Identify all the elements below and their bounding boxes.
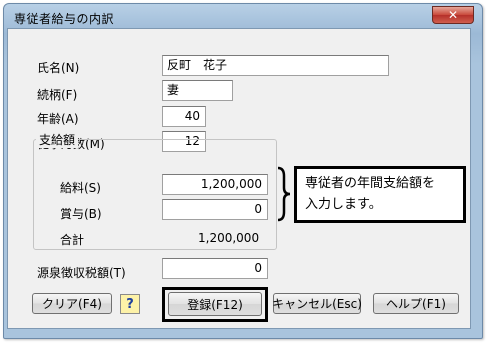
pay-group-legend: 支給額	[36, 131, 79, 148]
help-button[interactable]: ヘルプ(F1)	[373, 293, 459, 314]
withholding-field[interactable]: 0	[162, 258, 268, 279]
withholding-label: 源泉徴収税額(T)	[37, 266, 126, 280]
name-field[interactable]: 反町 花子	[162, 55, 389, 76]
name-label: 氏名(N)	[37, 61, 80, 75]
clear-button[interactable]: クリア(F4)	[32, 293, 112, 314]
brace-icon	[277, 166, 291, 222]
cancel-button[interactable]: キャンセル(Esc)	[272, 293, 362, 314]
total-value: 1,200,000	[198, 231, 260, 245]
age-label: 年齢(A)	[37, 112, 79, 126]
close-icon: ✕	[447, 8, 459, 22]
relation-field[interactable]: 妻	[162, 80, 233, 101]
age-field[interactable]: 40	[162, 106, 206, 127]
register-highlight-box	[162, 287, 268, 322]
total-label: 合計	[60, 233, 85, 247]
bonus-field[interactable]: 0	[162, 199, 268, 220]
annotation-callout: 専従者の年間支給額を 入力します。	[294, 166, 466, 223]
bonus-label: 賞与(B)	[60, 207, 102, 221]
help-icon[interactable]: ?	[120, 294, 140, 314]
window-title: 専従者給与の内訳	[14, 12, 115, 26]
salary-field[interactable]: 1,200,000	[162, 174, 268, 195]
annotation-line-1: 専従者の年間支給額を	[305, 176, 436, 191]
relation-label: 続柄(F)	[37, 88, 78, 102]
salary-label: 給料(S)	[60, 181, 101, 195]
close-button[interactable]: ✕	[432, 6, 474, 24]
annotation-line-2: 入力します。	[305, 197, 382, 212]
